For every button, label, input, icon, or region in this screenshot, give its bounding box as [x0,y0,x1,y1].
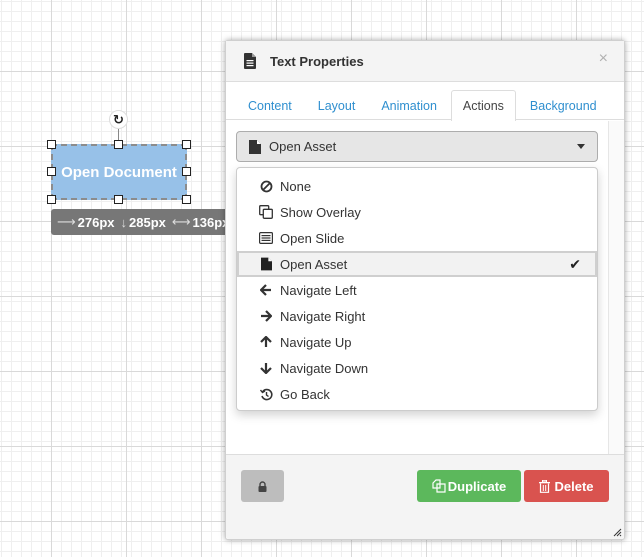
tab-layout[interactable]: Layout [306,90,368,120]
arrow-left-icon [259,283,273,297]
y-position: 285px [129,214,166,230]
action-select[interactable]: Open Asset [236,131,598,162]
delete-label: Delete [554,478,594,494]
panel-footer: Duplicate Delete [226,454,624,539]
lock-icon [258,480,267,492]
menu-item-go-back[interactable]: Go Back [237,381,597,407]
menu-item-navigate-right[interactable]: Navigate Right [237,303,597,329]
action-select-value: Open Asset [269,139,337,154]
arrows-h-icon: ⟷ [171,214,191,229]
element-width: 136px [192,214,230,230]
resize-handle-s[interactable] [114,195,123,204]
dimensions-tooltip: ⟶ 276px ↓ 285px ⟷ 136px [51,209,241,235]
caret-down-icon [577,144,585,149]
trash-icon [539,479,551,493]
canvas-element-label: Open Document [61,163,177,181]
action-dropdown-menu: None Show Overlay Open Slide Open Asset … [236,167,598,411]
file-text-icon [244,53,256,69]
close-icon[interactable]: × [599,50,608,68]
tab-animation[interactable]: Animation [369,90,449,120]
resize-handle-sw[interactable] [47,195,56,204]
arrow-right-icon: ⟶ [57,214,76,229]
resize-grip-icon[interactable] [612,527,622,537]
arrow-down-icon [259,361,273,375]
resize-handle-e[interactable] [182,167,191,176]
list-alt-icon [259,231,273,245]
check-icon: ✔ [569,256,581,272]
menu-item-show-overlay[interactable]: Show Overlay [237,199,597,225]
rotate-handle[interactable]: ↻ [109,110,128,129]
menu-item-none[interactable]: None [237,173,597,199]
tab-actions[interactable]: Actions [450,90,516,121]
menu-item-open-slide[interactable]: Open Slide [237,225,597,251]
menu-item-navigate-left[interactable]: Navigate Left [237,277,597,303]
resize-handle-ne[interactable] [182,140,191,149]
panel-header[interactable]: Text Properties × [226,41,624,82]
arrow-right-icon [259,309,273,323]
x-position: 276px [77,214,115,230]
menu-item-navigate-up[interactable]: Navigate Up [237,329,597,355]
arrow-down-icon: ↓ [120,214,128,230]
resize-handle-se[interactable] [182,195,191,204]
tab-bar: Content Layout Animation Actions Backgro… [226,90,624,121]
file-icon [259,257,273,271]
panel-title: Text Properties [270,53,364,69]
resize-handle-nw[interactable] [47,140,56,149]
tab-background[interactable]: Background [518,90,609,120]
clone-icon [259,205,273,219]
copy-icon [432,479,446,493]
menu-item-navigate-down[interactable]: Navigate Down [237,355,597,381]
arrow-up-icon [259,335,273,349]
duplicate-button[interactable]: Duplicate [417,470,521,502]
resize-handle-w[interactable] [47,167,56,176]
text-properties-panel: Text Properties × Content Layout Animati… [225,40,625,540]
delete-button[interactable]: Delete [524,470,609,502]
resize-handle-n[interactable] [114,140,123,149]
canvas-element[interactable]: Open Document [51,144,187,200]
history-icon [259,387,273,401]
lock-button[interactable] [241,470,284,502]
scrollbar[interactable] [608,121,624,496]
file-icon [249,139,261,154]
duplicate-label: Duplicate [447,478,507,494]
rotate-icon: ↻ [113,112,124,127]
tab-content[interactable]: Content [236,90,304,120]
menu-item-open-asset[interactable]: Open Asset ✔ [237,251,597,277]
ban-icon [259,179,273,193]
